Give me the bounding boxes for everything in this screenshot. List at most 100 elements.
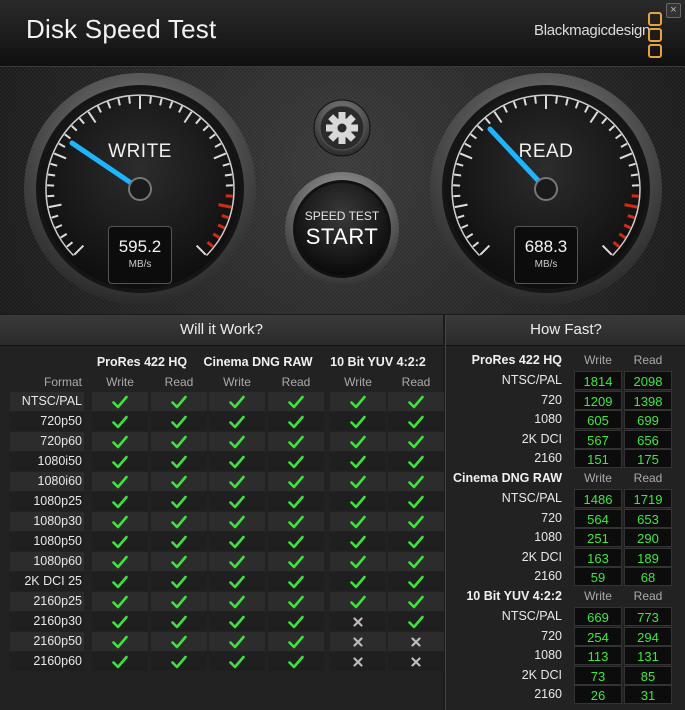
resolution-label: 2K DCI (521, 549, 562, 564)
check-icon (92, 512, 148, 531)
read-speed-cell: 699 (624, 410, 672, 429)
check-icon (330, 552, 386, 571)
read-speed-cell: 656 (624, 429, 672, 449)
read-gauge-label: READ (518, 141, 574, 162)
format-label: NTSC/PAL (10, 392, 84, 411)
read-speed-cell: 85 (624, 665, 672, 685)
resolution-label: 720 (541, 510, 562, 525)
cross-icon (330, 652, 386, 671)
check-icon (388, 472, 444, 491)
table-row: 720p60 (10, 432, 444, 451)
how-fast-row: NTSC/PAL 1486 1719 (446, 489, 685, 508)
check-icon (209, 432, 265, 451)
write-speed-cell: 251 (574, 528, 622, 547)
check-icon (151, 472, 207, 491)
resolution-label: 2K DCI (521, 667, 562, 682)
how-fast-row: 2K DCI 163 189 (446, 547, 685, 567)
format-label: 1080p25 (10, 492, 84, 511)
resolution-label: 2K DCI (521, 431, 562, 446)
start-button[interactable]: SPEED TEST START (284, 171, 400, 287)
how-fast-codec-heading: Cinema DNG RAW (452, 471, 562, 485)
read-speed-cell: 1398 (624, 390, 672, 410)
check-icon (268, 532, 324, 551)
how-fast-row: 1080 251 290 (446, 528, 685, 547)
resolution-label: NTSC/PAL (501, 491, 562, 505)
read-speed-cell: 290 (624, 528, 672, 547)
table-row: 2160p50 (10, 632, 444, 651)
read-speed-cell: 653 (624, 508, 672, 528)
write-gauge-label: WRITE (108, 141, 172, 162)
write-gauge: WRITE 595.2 MB/s (22, 71, 258, 307)
table-row: 1080p25 (10, 492, 444, 511)
format-label: 2160p30 (10, 612, 84, 631)
check-icon (388, 412, 444, 431)
table-row: 1080p50 (10, 532, 444, 551)
check-icon (209, 612, 265, 631)
how-fast-row: NTSC/PAL 1814 2098 (446, 371, 685, 390)
check-icon (330, 392, 386, 411)
table-row: 1080p30 (10, 512, 444, 531)
settings-button[interactable] (313, 99, 371, 157)
brand-name: Blackmagicdesign (534, 22, 651, 39)
how-fast-read-heading: Read (633, 589, 663, 603)
cross-icon (388, 652, 444, 671)
write-speed-cell: 113 (574, 646, 622, 665)
check-icon (268, 552, 324, 571)
check-icon (209, 592, 265, 611)
read-speed-cell: 68 (624, 567, 672, 586)
write-speed-readout: 595.2 MB/s (108, 226, 172, 284)
format-label: 2K DCI 25 (10, 572, 84, 591)
check-icon (92, 472, 148, 491)
resolution-label: 1080 (534, 648, 562, 662)
check-icon (151, 552, 207, 571)
column-heading-write: Write (344, 375, 372, 389)
check-icon (92, 392, 148, 411)
format-label: 1080i50 (10, 452, 84, 471)
read-gauge: READ 688.3 MB/s (428, 71, 664, 307)
title-bar: × Disk Speed Test Blackmagicdesign (0, 0, 685, 67)
will-it-work-header: Will it Work? (0, 315, 443, 346)
check-icon (330, 592, 386, 611)
check-icon (92, 592, 148, 611)
read-speed-cell: 131 (624, 646, 672, 665)
resolution-label: 720 (541, 628, 562, 643)
check-icon (268, 392, 324, 411)
check-icon (330, 472, 386, 491)
brand-logo-icon (648, 12, 662, 58)
check-icon (268, 572, 324, 591)
how-fast-row: 720 254 294 (446, 626, 685, 646)
close-button[interactable]: × (666, 3, 681, 18)
check-icon (209, 632, 265, 651)
check-icon (209, 412, 265, 431)
check-icon (209, 472, 265, 491)
table-row: 720p50 (10, 412, 444, 431)
table-row: 2K DCI 25 (10, 572, 444, 591)
column-heading-write: Write (223, 375, 251, 389)
write-speed-cell: 73 (574, 665, 622, 685)
write-speed-cell: 567 (574, 429, 622, 449)
format-column-heading: Format (43, 375, 82, 389)
read-speed-readout: 688.3 MB/s (514, 226, 578, 284)
how-fast-codec-heading: 10 Bit YUV 4:2:2 (466, 589, 562, 603)
format-label: 1080p60 (10, 552, 84, 571)
check-icon (388, 512, 444, 531)
read-speed-cell: 31 (624, 685, 672, 704)
will-it-work-panel: Will it Work? ProRes 422 HQ Cinema DNG R… (0, 315, 444, 710)
check-icon (388, 392, 444, 411)
format-label: 1080p50 (10, 532, 84, 551)
check-icon (268, 652, 324, 671)
format-label: 2160p25 (10, 592, 84, 611)
format-label: 1080i60 (10, 472, 84, 491)
table-row: 1080i50 (10, 452, 444, 471)
how-fast-write-heading: Write (584, 353, 612, 367)
how-fast-row: 2K DCI 567 656 (446, 429, 685, 449)
resolution-label: 1080 (534, 412, 562, 426)
check-icon (92, 572, 148, 591)
read-speed-cell: 294 (624, 626, 672, 646)
check-icon (151, 612, 207, 631)
check-icon (92, 552, 148, 571)
check-icon (268, 472, 324, 491)
codec-heading-prores: ProRes 422 HQ (96, 355, 188, 369)
check-icon (151, 432, 207, 451)
check-icon (92, 412, 148, 431)
